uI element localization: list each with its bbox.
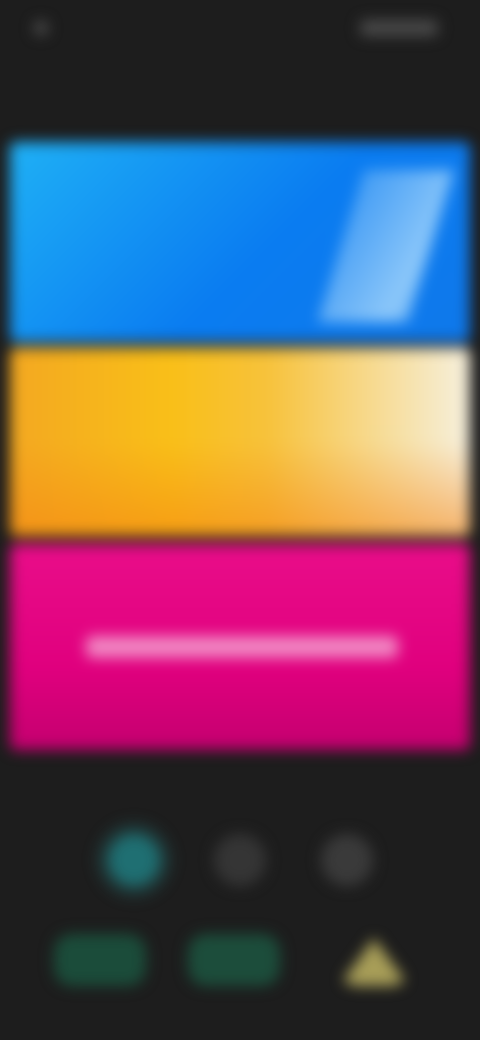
status-right [360, 20, 446, 36]
screen [0, 0, 480, 1040]
status-bar [0, 0, 480, 56]
signal-icon [360, 20, 438, 36]
app-icon-teal[interactable] [108, 834, 160, 886]
app-icon-gray[interactable] [214, 834, 266, 886]
card-stack [10, 142, 470, 752]
nav-item-3[interactable] [339, 938, 409, 986]
app-icon-gray[interactable] [321, 834, 373, 886]
bottom-navigation [0, 930, 480, 1000]
blurred-content [0, 0, 480, 1040]
yellow-card[interactable] [10, 348, 470, 536]
pink-card-label-bar [86, 636, 398, 658]
nav-item-2[interactable] [188, 934, 280, 986]
pink-card[interactable] [10, 544, 470, 750]
app-dock [0, 826, 480, 896]
status-icon [34, 21, 48, 35]
blue-card[interactable] [10, 142, 470, 342]
nav-item-1[interactable] [54, 934, 146, 986]
status-left [34, 21, 56, 35]
